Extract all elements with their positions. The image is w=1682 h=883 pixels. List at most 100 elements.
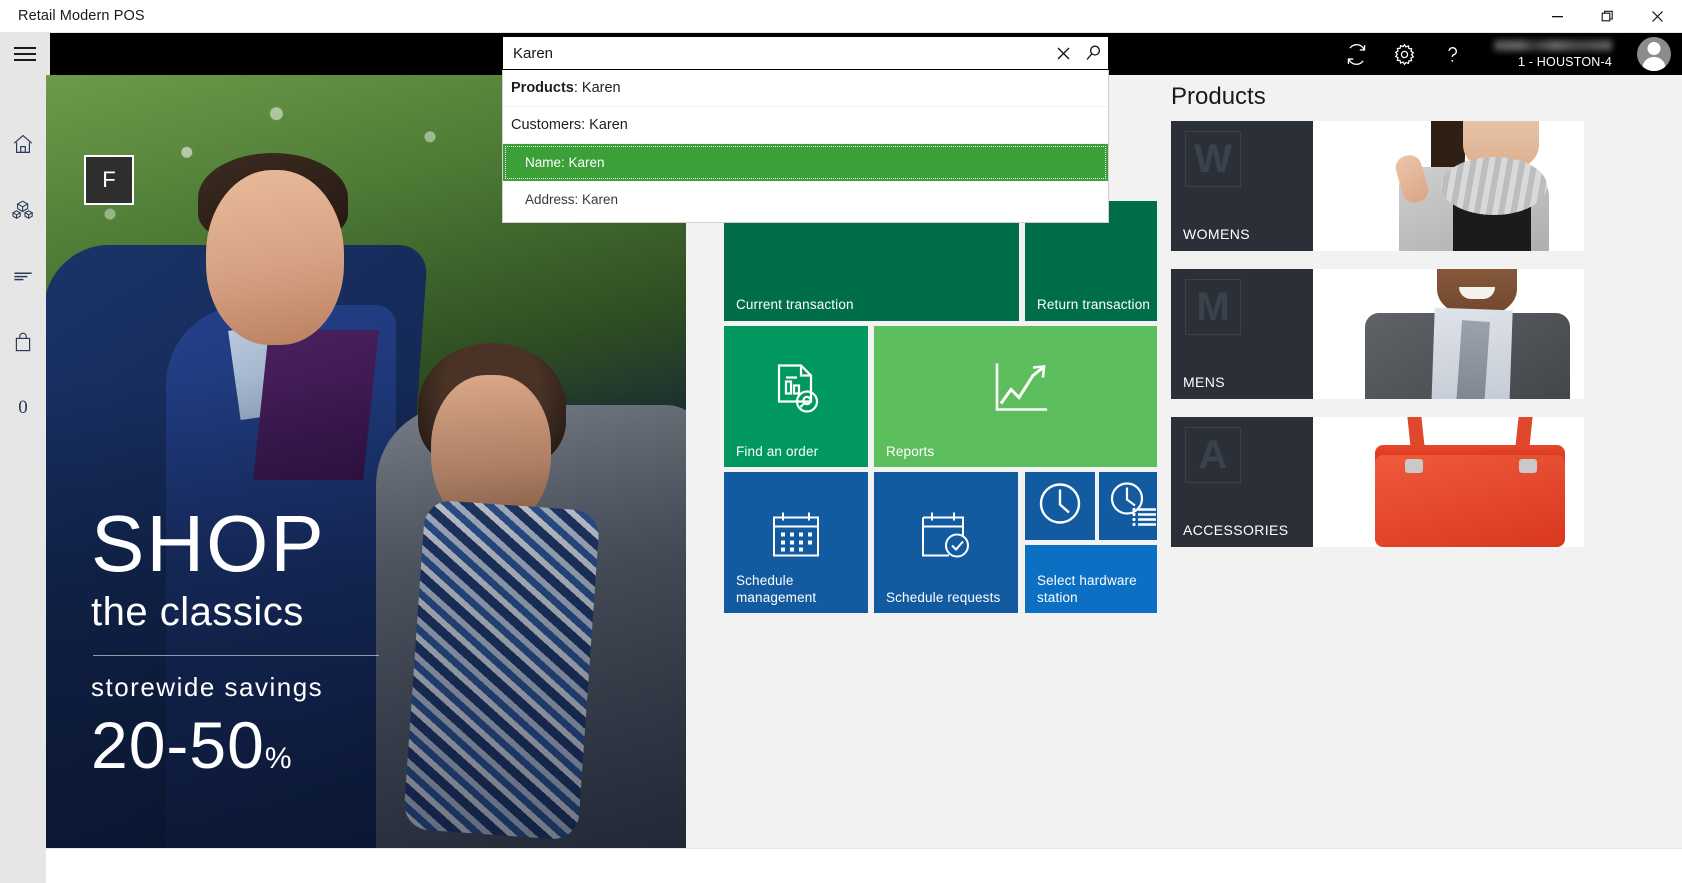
tile-label: Select hardware station [1037, 573, 1137, 605]
close-icon [1651, 11, 1663, 22]
list-lines-icon [14, 272, 32, 281]
suggestion-group-label: Products [511, 80, 574, 96]
menu-button[interactable] [0, 33, 50, 75]
banner-art [206, 170, 344, 345]
products-panel-title: Products [1171, 83, 1266, 110]
left-nav-rail: 0 [0, 75, 46, 883]
clock-icon [1036, 480, 1084, 533]
tile-label: Schedule requests [886, 589, 1001, 605]
product-category-initial: A [1185, 427, 1241, 483]
minimize-icon [1551, 16, 1563, 18]
product-category-tile[interactable]: W WOMENS [1171, 121, 1313, 251]
banner-headline: SHOP [91, 499, 326, 588]
app-window: Retail Modern POS 1 - HOUSTON-4 0 F SHOP… [0, 0, 1682, 883]
red-handbag-photo [1313, 417, 1584, 547]
product-category-name: ACCESSORIES [1183, 522, 1289, 538]
product-category-row[interactable]: A ACCESSORIES [1171, 417, 1584, 547]
tile-time-clock[interactable] [1025, 472, 1095, 540]
sync-refresh-icon [1347, 43, 1365, 65]
question-mark-icon [1447, 46, 1457, 62]
tile-label: Reports [886, 443, 935, 459]
product-category-initial: W [1185, 131, 1241, 187]
products-panel: Products W WOMENS M MENS A ACCESSORIES [1157, 75, 1682, 883]
tile-find-an-order[interactable]: Find an order [724, 326, 868, 467]
search-suggestions-dropdown: Products: Karen Customers: Karen Name: Kar… [502, 70, 1109, 223]
hamburger-icon [14, 47, 36, 61]
restore-icon [1601, 10, 1613, 22]
search-box[interactable] [502, 36, 1109, 70]
search-magnifier-icon [1086, 45, 1100, 60]
calendar-check-icon [919, 509, 973, 564]
product-category-name: WOMENS [1183, 226, 1250, 242]
maximize-button[interactable] [1582, 0, 1632, 33]
search-suggestion-item[interactable]: Name: Karen [503, 144, 1108, 181]
app-bar-actions: 1 - HOUSTON-4 [1332, 33, 1682, 75]
tile-schedule-requests[interactable]: Schedule requests [874, 472, 1018, 613]
title-bar: Retail Modern POS [0, 0, 1682, 33]
cart-count-value: 0 [18, 397, 28, 418]
sidebar-item-home[interactable] [3, 125, 43, 163]
bottom-strip [46, 848, 1682, 883]
banner-divider [93, 655, 379, 657]
sidebar-item-products[interactable] [3, 191, 43, 229]
user-avatar-icon [1637, 37, 1671, 71]
close-x-icon [1057, 47, 1069, 59]
search-suggestion-item[interactable]: Products: Karen [503, 70, 1108, 107]
suggestion-term: : Karen [573, 80, 621, 96]
suggestion-label: Address: Karen [525, 192, 619, 207]
mens-apparel-photo [1313, 269, 1584, 399]
search-submit-button[interactable] [1078, 37, 1108, 69]
user-name-redacted [1494, 39, 1612, 51]
tile-label: Current transaction [736, 296, 854, 312]
womens-apparel-photo [1313, 121, 1584, 251]
banner-discount-unit: % [264, 742, 293, 776]
chart-trend-icon [989, 359, 1051, 422]
tile-view-time-entries[interactable] [1099, 472, 1166, 540]
help-button[interactable] [1428, 33, 1476, 75]
gear-icon [1394, 43, 1414, 65]
banner-subhead: the classics [91, 590, 304, 635]
banner-discount-value: 20-50 [91, 708, 265, 783]
tile-reports[interactable]: Reports [874, 326, 1166, 467]
product-category-row[interactable]: M MENS [1171, 269, 1584, 399]
tile-select-hardware-station[interactable]: Select hardware station [1025, 545, 1166, 613]
product-category-name: MENS [1183, 374, 1226, 390]
products-cubes-icon [11, 200, 34, 220]
suggestion-term: : Karen [581, 117, 628, 133]
product-category-tile[interactable]: A ACCESSORIES [1171, 417, 1313, 547]
cart-count: 0 [3, 389, 43, 427]
tile-label: Schedule management [736, 573, 817, 605]
search-input[interactable] [503, 37, 1048, 69]
product-category-row[interactable]: W WOMENS [1171, 121, 1584, 251]
sidebar-item-cart[interactable] [3, 323, 43, 361]
banner-copy: SHOP the classics storewide savings 20-5… [91, 499, 381, 783]
sidebar-item-lines[interactable] [3, 257, 43, 295]
settings-button[interactable] [1380, 33, 1428, 75]
suggestion-group-label: Customers [511, 117, 582, 133]
tile-schedule-management[interactable]: Schedule management [724, 472, 868, 613]
calendar-grid-icon [770, 509, 822, 564]
banner-badge: F [84, 155, 134, 205]
product-category-initial: M [1185, 279, 1241, 335]
product-category-tile[interactable]: M MENS [1171, 269, 1313, 399]
suggestion-label: Name: Karen [525, 155, 605, 170]
avatar-button[interactable] [1626, 33, 1682, 75]
search-suggestion-item[interactable]: Address: Karen [503, 181, 1108, 218]
search-clear-button[interactable] [1048, 37, 1078, 69]
banner-discount: 20-50% [91, 707, 381, 783]
minimize-button[interactable] [1532, 0, 1582, 33]
store-register-label: 1 - HOUSTON-4 [1517, 54, 1612, 69]
search-suggestion-item[interactable]: Customers: Karen [503, 107, 1108, 144]
banner-savings-label: storewide savings [91, 672, 324, 703]
tile-label: Return transaction [1037, 296, 1151, 312]
window-controls [1532, 0, 1682, 33]
user-info[interactable]: 1 - HOUSTON-4 [1476, 33, 1626, 75]
tile-label: Find an order [736, 443, 819, 459]
document-search-icon [767, 359, 825, 422]
window-title: Retail Modern POS [18, 8, 145, 24]
close-button[interactable] [1632, 0, 1682, 33]
shopping-bag-icon [15, 332, 31, 352]
clock-list-icon [1108, 480, 1158, 533]
sync-button[interactable] [1332, 33, 1380, 75]
home-icon [13, 134, 33, 154]
